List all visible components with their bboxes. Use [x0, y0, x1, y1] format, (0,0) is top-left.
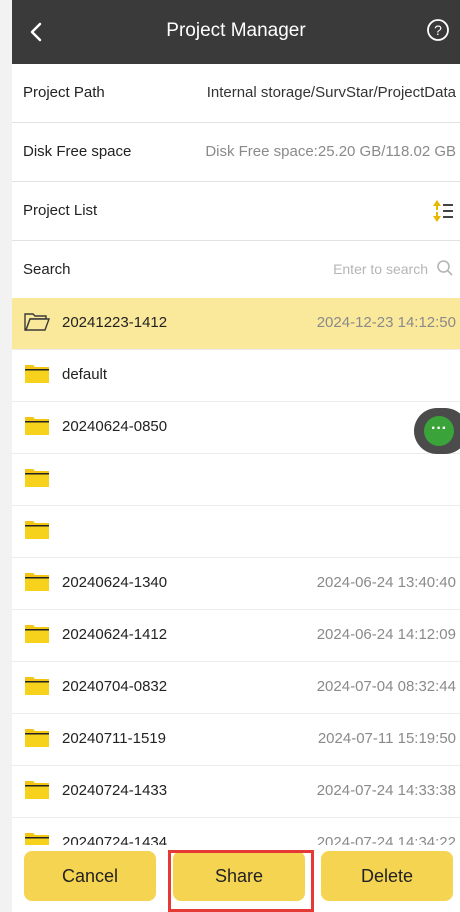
project-path-value: Internal storage/SurvStar/ProjectData: [206, 84, 456, 101]
project-list-item[interactable]: 20241223-1412 2024-12-23 14:12:50: [12, 298, 460, 350]
project-list-label: Project List: [23, 202, 98, 219]
project-name: 20240624-1412: [62, 626, 168, 643]
project-list-row: Project List: [12, 182, 460, 241]
disk-free-value: Disk Free space:25.20 GB/118.02 GB: [205, 143, 456, 160]
folder-icon: [25, 781, 49, 799]
delete-button[interactable]: Delete: [321, 851, 453, 901]
project-path-row: Project Path Internal storage/SurvStar/P…: [12, 64, 460, 123]
project-date: 2024-06-24 14:12:09: [316, 626, 456, 643]
project-list: 20241223-1412 2024-12-23 14:12:50 default 2…: [12, 298, 460, 870]
project-list-item[interactable]: [12, 454, 460, 506]
project-list-item[interactable]: 20240711-1519 2024-07-11 15:19:50: [12, 714, 460, 766]
search-label: Search: [23, 261, 71, 278]
project-name: 20240724-1433: [62, 782, 168, 799]
sort-icon[interactable]: [432, 198, 454, 224]
project-date: 2024-12-23 14:12:50: [316, 314, 456, 331]
project-name: 20240711-1519: [62, 730, 166, 747]
folder-icon: [25, 677, 49, 695]
folder-icon: [25, 573, 49, 591]
svg-text:?: ?: [434, 22, 442, 38]
project-name: 20240624-1340: [62, 574, 168, 591]
project-name: 20241223-1412: [62, 314, 168, 331]
folder-icon: [25, 417, 49, 435]
project-name: 20240704-0832: [62, 678, 168, 695]
project-path-label: Project Path: [23, 84, 105, 101]
project-date: 2024-07-11 15:19:50: [317, 730, 456, 747]
search-row[interactable]: Search Enter to search: [12, 241, 460, 300]
project-list-item[interactable]: [12, 506, 460, 558]
search-input[interactable]: Enter to search: [333, 261, 428, 277]
folder-open-icon: [24, 313, 50, 331]
project-list-item[interactable]: 20240704-0832 2024-07-04 08:32:44: [12, 662, 460, 714]
disk-free-row: Disk Free space Disk Free space:25.20 GB…: [12, 123, 460, 182]
project-info-panel: Project Path Internal storage/SurvStar/P…: [12, 64, 460, 300]
folder-icon: [25, 521, 49, 539]
cancel-button[interactable]: Cancel: [24, 851, 156, 901]
project-date: 2024-07-24 14:33:38: [316, 782, 456, 799]
disk-free-label: Disk Free space: [23, 143, 132, 160]
project-list-item[interactable]: 20240624-0850: [12, 402, 460, 454]
folder-icon: [25, 625, 49, 643]
project-date: 2024-07-04 08:32:44: [316, 678, 456, 695]
folder-icon: [25, 469, 49, 487]
page-title: Project Manager: [166, 20, 306, 41]
help-icon[interactable]: ?: [426, 18, 450, 42]
project-list-item[interactable]: 20240624-1412 2024-06-24 14:12:09: [12, 610, 460, 662]
project-list-item[interactable]: 20240724-1433 2024-07-24 14:33:38: [12, 766, 460, 818]
more-icon: ···: [424, 416, 454, 446]
project-list-item[interactable]: default: [12, 350, 460, 402]
project-date: 2024-06-24 13:40:40: [316, 574, 456, 591]
project-list-item[interactable]: 20240624-1340 2024-06-24 13:40:40: [12, 558, 460, 610]
floating-menu-button[interactable]: ···: [414, 408, 460, 454]
action-bar: Cancel Share Delete: [12, 845, 460, 912]
project-name: 20240624-0850: [62, 418, 168, 435]
folder-icon: [25, 365, 49, 383]
folder-icon: [25, 729, 49, 747]
share-button[interactable]: Share: [173, 851, 305, 901]
title-bar: Project Manager ?: [12, 0, 460, 64]
search-icon[interactable]: [436, 259, 454, 277]
project-name: default: [62, 366, 108, 383]
